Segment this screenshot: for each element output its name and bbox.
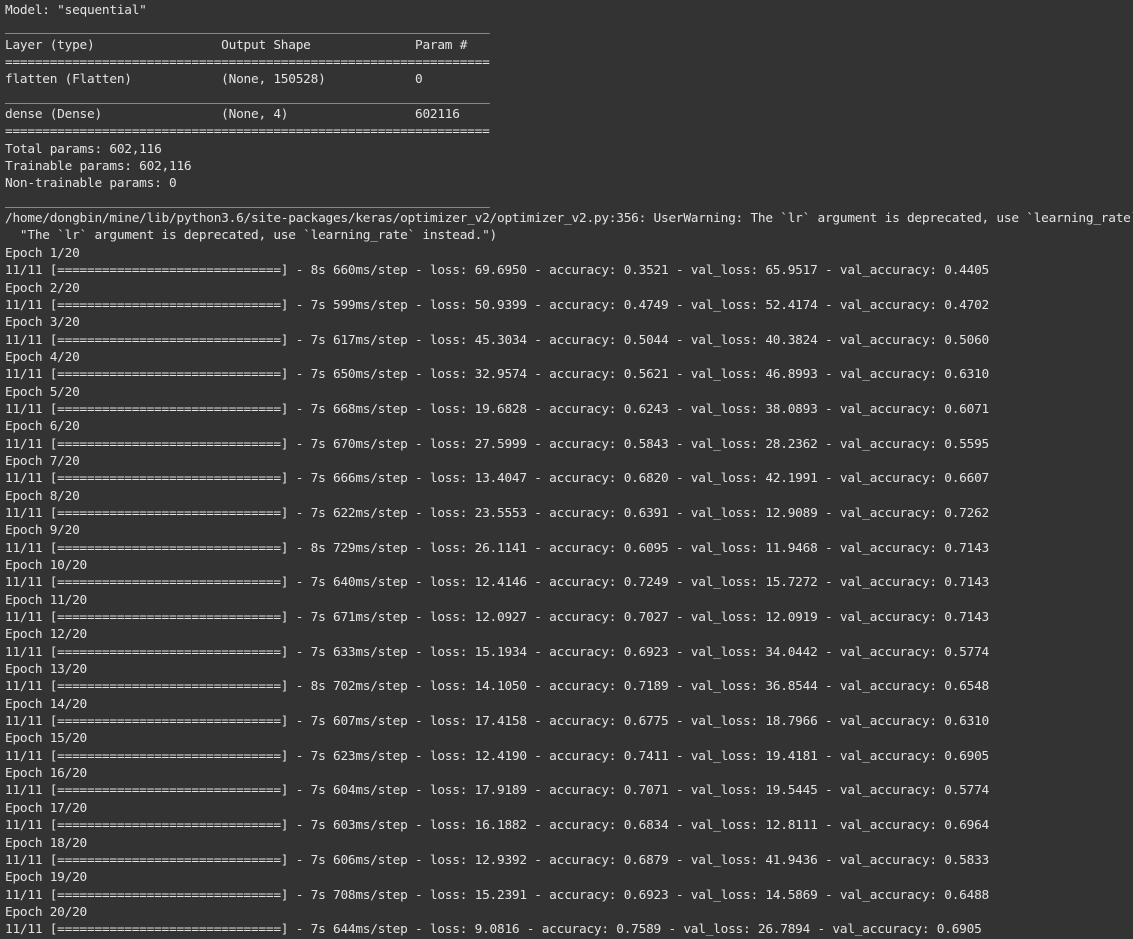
terminal-line: 11/11 [==============================] -… (5, 748, 989, 764)
terminal-line: Epoch 13/20 (5, 662, 87, 678)
terminal-line: ________________________________________… (5, 89, 490, 105)
terminal-line: Epoch 18/20 (5, 835, 87, 851)
terminal-line: 11/11 [==============================] -… (5, 887, 989, 903)
terminal-line: 11/11 [==============================] -… (5, 505, 989, 521)
terminal-line: 11/11 [==============================] -… (5, 436, 989, 452)
terminal-line: Epoch 7/20 (5, 453, 80, 469)
terminal-line: Non-trainable params: 0 (5, 176, 177, 192)
terminal-line: 11/11 [==============================] -… (5, 332, 989, 348)
terminal-line: Epoch 3/20 (5, 315, 80, 331)
terminal-line: 11/11 [==============================] -… (5, 471, 989, 487)
terminal-line: 11/11 [==============================] -… (5, 263, 989, 279)
terminal-line: ________________________________________… (5, 20, 490, 36)
terminal-line: Epoch 1/20 (5, 245, 80, 261)
terminal-line: 11/11 [==============================] -… (5, 922, 982, 938)
terminal-line: Total params: 602,116 (5, 141, 162, 157)
terminal-line: Epoch 11/20 (5, 592, 87, 608)
terminal-line: Epoch 19/20 (5, 870, 87, 886)
terminal-line: Layer (type) Output Shape Param # (5, 37, 468, 53)
terminal-line: 11/11 [==============================] -… (5, 852, 989, 868)
terminal-line: ========================================… (5, 55, 490, 71)
terminal-line: Epoch 4/20 (5, 349, 80, 365)
terminal-line: Epoch 12/20 (5, 627, 87, 643)
terminal-line: /home/dongbin/mine/lib/python3.6/site-pa… (5, 211, 1133, 227)
terminal-line: Trainable params: 602,116 (5, 159, 192, 175)
terminal-line: Epoch 2/20 (5, 280, 80, 296)
terminal-line: 11/11 [==============================] -… (5, 540, 989, 556)
terminal-line: Epoch 17/20 (5, 800, 87, 816)
terminal-line: Epoch 10/20 (5, 558, 87, 573)
terminal-output[interactable]: Model: "sequential" _____________________… (5, 2, 1133, 939)
terminal-line: 11/11 [==============================] -… (5, 575, 989, 591)
terminal-line: Epoch 9/20 (5, 523, 80, 539)
terminal-line: 11/11 [==============================] -… (5, 610, 989, 626)
terminal-line: Epoch 5/20 (5, 384, 80, 400)
terminal-line: Epoch 20/20 (5, 904, 87, 920)
terminal-line: "The `lr` argument is deprecated, use `l… (5, 228, 497, 244)
terminal-line: 11/11 [==============================] -… (5, 297, 989, 313)
terminal-line: 11/11 [==============================] -… (5, 679, 989, 695)
terminal-line: Epoch 8/20 (5, 488, 80, 504)
terminal-line: 11/11 [==============================] -… (5, 401, 989, 417)
terminal-line: 11/11 [==============================] -… (5, 783, 989, 799)
terminal-line: 11/11 [==============================] -… (5, 367, 989, 383)
terminal-line: ________________________________________… (5, 193, 490, 209)
terminal-line: Epoch 15/20 (5, 731, 87, 747)
terminal-line: 11/11 [==============================] -… (5, 818, 989, 834)
terminal-line: dense (Dense) (None, 4) 602116 (5, 107, 460, 123)
terminal-line: 11/11 [==============================] -… (5, 644, 989, 660)
terminal-line: Epoch 14/20 (5, 696, 87, 712)
terminal-line: flatten (Flatten) (None, 150528) 0 (5, 72, 423, 88)
terminal-line: 11/11 [==============================] -… (5, 714, 989, 730)
terminal-line: ========================================… (5, 124, 490, 140)
terminal-line: Epoch 6/20 (5, 419, 80, 435)
terminal-line: Epoch 16/20 (5, 766, 87, 782)
terminal-line: Model: "sequential" (5, 3, 147, 18)
